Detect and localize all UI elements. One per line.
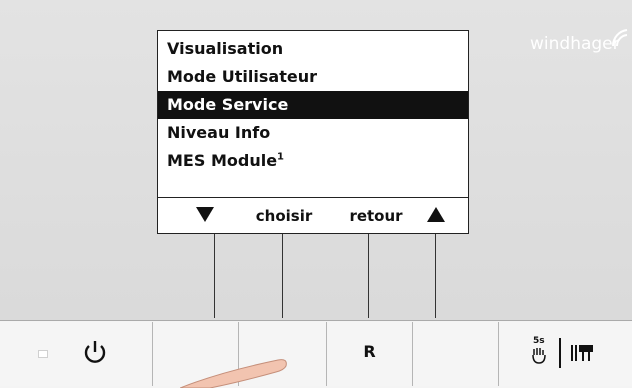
status-led bbox=[38, 350, 48, 358]
menu-item-label: Visualisation bbox=[167, 39, 284, 58]
hand-icon bbox=[532, 348, 546, 364]
triangle-up-icon bbox=[427, 207, 445, 222]
power-icon bbox=[84, 341, 106, 363]
menu-item-label: Mode Utilisateur bbox=[167, 67, 317, 86]
menu-item-mes-module[interactable]: MES Module1 bbox=[158, 147, 468, 175]
reset-label: R bbox=[363, 342, 376, 361]
display-screen: Visualisation Mode Utilisateur Mode Serv… bbox=[157, 30, 469, 234]
triangle-down-icon bbox=[196, 207, 214, 222]
menu-item-label: Mode Service bbox=[167, 95, 289, 114]
menu-item-mode-service[interactable]: Mode Service bbox=[158, 91, 468, 119]
connector-line bbox=[435, 234, 436, 318]
softkey-choisir: choisir bbox=[255, 207, 313, 225]
softkey-retour: retour bbox=[349, 207, 403, 225]
hand-heating-button[interactable]: 5s bbox=[498, 322, 632, 386]
menu-list: Visualisation Mode Utilisateur Mode Serv… bbox=[158, 35, 468, 175]
menu-item-niveau-info[interactable]: Niveau Info bbox=[158, 119, 468, 147]
menu-item-label: Niveau Info bbox=[167, 123, 271, 142]
menu-item-visualisation[interactable]: Visualisation bbox=[158, 35, 468, 63]
footnote-marker: 1 bbox=[277, 151, 285, 163]
timer-label: 5s bbox=[533, 336, 545, 346]
connector-line bbox=[282, 234, 283, 318]
menu-item-mode-utilisateur[interactable]: Mode Utilisateur bbox=[158, 63, 468, 91]
heating-pump-icon bbox=[571, 345, 593, 361]
brand-logo-text: windhager bbox=[530, 34, 620, 54]
connector-line bbox=[214, 234, 215, 318]
separator bbox=[559, 338, 561, 368]
reset-button[interactable]: R bbox=[326, 322, 412, 386]
finger-pointer-icon bbox=[180, 359, 287, 388]
connector-line bbox=[368, 234, 369, 318]
power-button[interactable] bbox=[0, 322, 152, 386]
menu-item-label: MES Module bbox=[167, 151, 278, 170]
softkey-bar: choisir retour bbox=[158, 197, 468, 234]
softkey-button-up[interactable] bbox=[412, 322, 498, 386]
brand-mark-icon bbox=[611, 29, 628, 47]
